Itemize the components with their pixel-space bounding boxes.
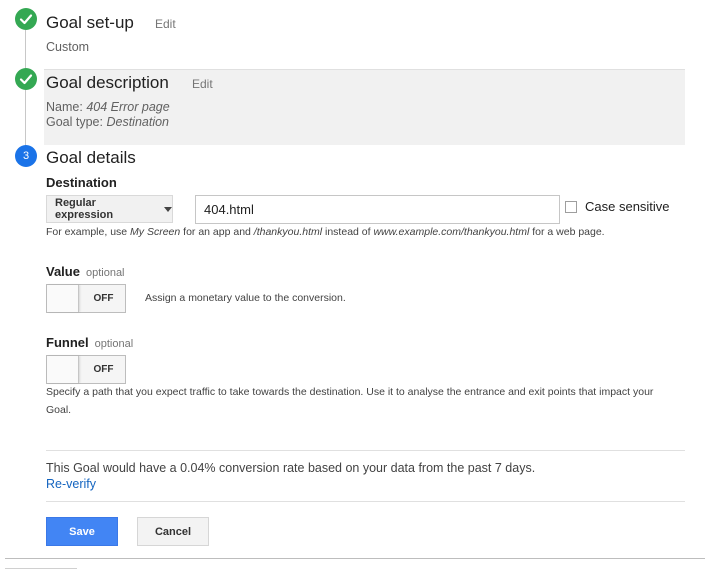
help-text-suffix: for a web page. — [529, 226, 605, 238]
destination-help-text: For example, use My Screen for an app an… — [46, 223, 605, 241]
value-label: Value optional — [46, 264, 125, 279]
funnel-help-line: Goal. — [46, 404, 72, 416]
goal-name-value: 404 Error page — [86, 100, 170, 114]
help-text-prefix: For example, use — [46, 226, 131, 238]
case-sensitive-checkbox[interactable] — [565, 201, 577, 213]
funnel-toggle[interactable]: OFF — [46, 355, 126, 384]
help-text-mid: instead of — [322, 226, 374, 238]
caret-down-icon — [164, 206, 172, 212]
destination-input[interactable] — [195, 195, 560, 224]
step-number-badge: 3 — [15, 145, 37, 167]
case-sensitive-label: Case sensitive — [585, 199, 670, 214]
step-complete-check-icon — [15, 8, 37, 30]
reverify-link[interactable]: Re-verify — [46, 477, 96, 491]
save-button[interactable]: Save — [46, 517, 118, 546]
edit-goal-description-link[interactable]: Edit — [192, 77, 213, 91]
step-title-goal-description: Goal description — [46, 73, 169, 92]
toggle-knob — [47, 356, 79, 383]
help-text-mid: for an app and — [180, 226, 254, 238]
goal-type-label: Goal type: — [46, 115, 103, 129]
destination-label: Destination — [46, 175, 117, 190]
value-toggle-state: OFF — [93, 293, 114, 304]
divider — [46, 501, 685, 502]
funnel-toggle-state: OFF — [93, 364, 114, 375]
footer-divider — [5, 558, 705, 559]
goal-setup-value: Custom — [46, 40, 90, 54]
step-rail-line — [25, 30, 26, 72]
conversion-rate-summary: This Goal would have a 0.04% conversion … — [46, 461, 536, 475]
goal-type-value: Destination — [106, 115, 170, 129]
footer-stub — [5, 568, 77, 569]
value-optional-tag: optional — [85, 267, 125, 279]
toggle-knob — [47, 285, 79, 312]
funnel-optional-tag: optional — [94, 338, 134, 350]
match-type-value: Regular expression — [55, 197, 114, 221]
funnel-help-line: Specify a path that you expect traffic t… — [46, 386, 654, 398]
step-complete-check-icon — [15, 68, 37, 90]
divider — [46, 450, 685, 451]
funnel-help-text: Specify a path that you expect traffic t… — [46, 383, 691, 419]
help-example-url: www.example.com/thankyou.html — [373, 226, 530, 238]
funnel-label-text: Funnel — [46, 335, 89, 350]
value-toggle[interactable]: OFF — [46, 284, 126, 313]
step-title-goal-details: Goal details — [46, 148, 136, 167]
goal-type-line: Goal type: Destination — [46, 115, 169, 129]
step-title-goal-setup: Goal set-up — [46, 13, 134, 32]
value-label-text: Value — [46, 264, 80, 279]
cancel-button[interactable]: Cancel — [137, 517, 209, 546]
goal-name-line: Name: 404 Error page — [46, 100, 170, 114]
goal-name-label: Name: — [46, 100, 83, 114]
help-example-app: My Screen — [130, 226, 181, 238]
help-example-path: /thankyou.html — [253, 226, 323, 238]
funnel-label: Funnel optional — [46, 335, 133, 350]
value-help-text: Assign a monetary value to the conversio… — [145, 292, 346, 304]
edit-goal-setup-link[interactable]: Edit — [155, 17, 176, 31]
step-rail-line — [25, 89, 26, 147]
match-type-dropdown[interactable]: Regular expression — [46, 195, 173, 223]
